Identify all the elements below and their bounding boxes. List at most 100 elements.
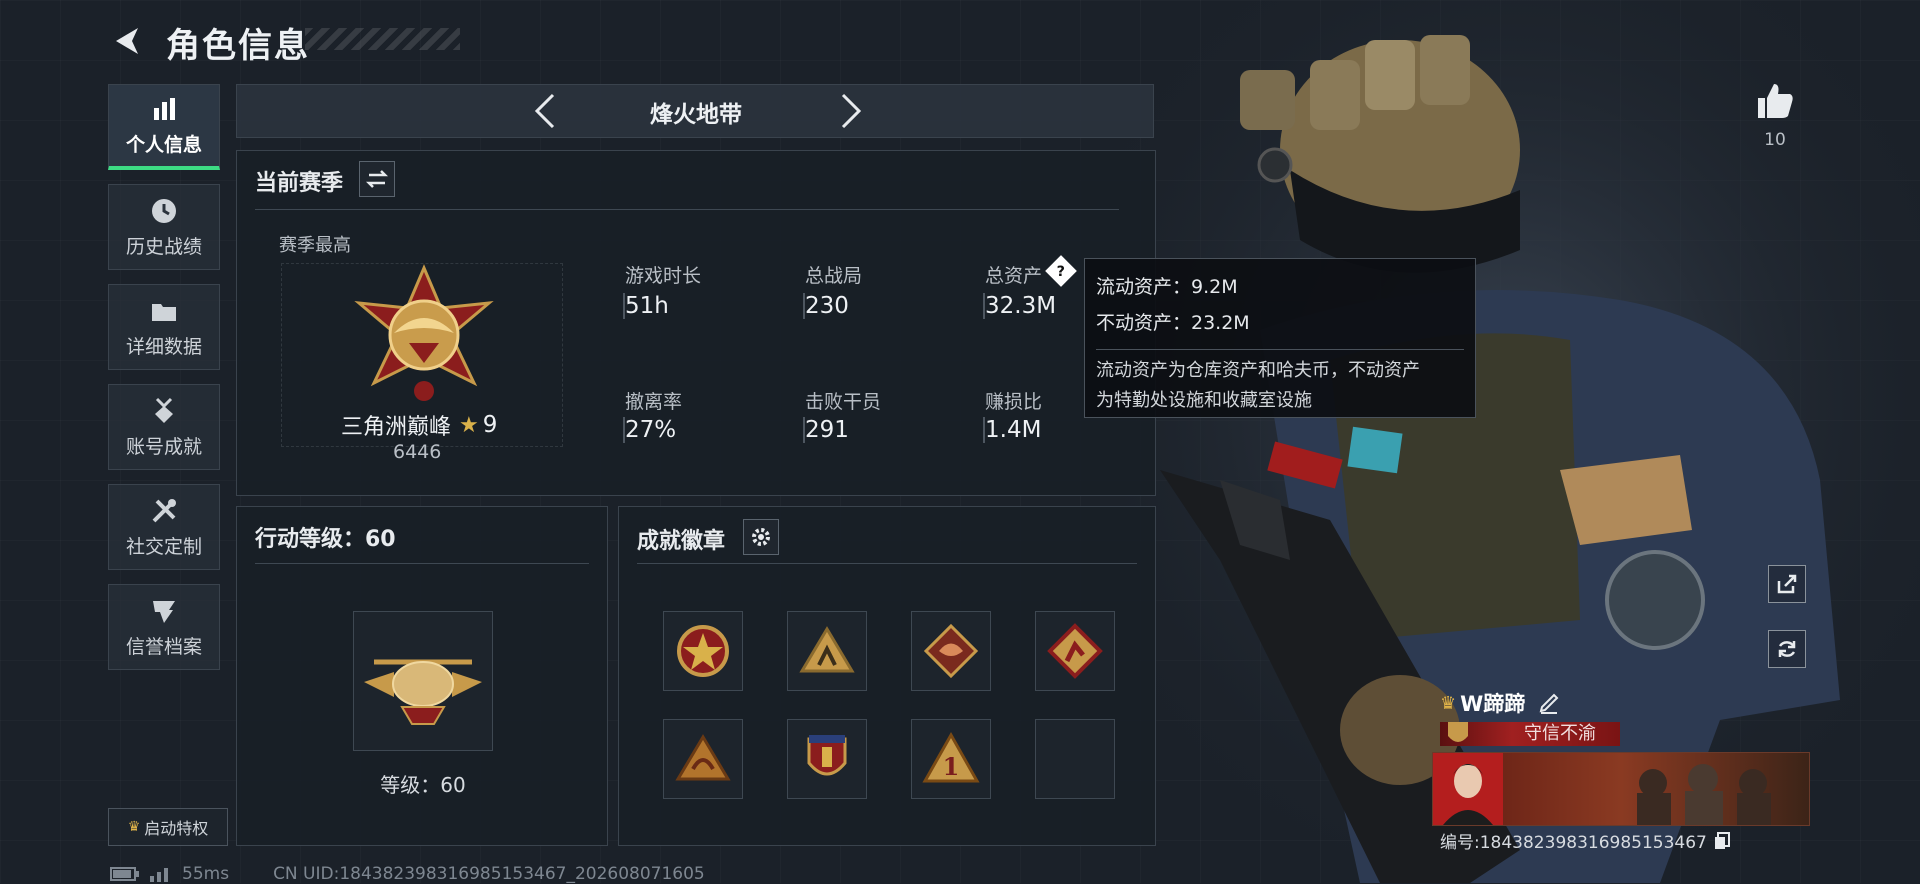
achievement-badge-empty[interactable]	[1035, 719, 1115, 799]
avatar	[1433, 753, 1503, 825]
action-level-title: 行动等级：60	[255, 527, 396, 552]
share-button[interactable]	[1768, 565, 1806, 603]
svg-text:1: 1	[943, 752, 960, 781]
stat-value: 230	[805, 293, 849, 319]
likes-count: 10	[1764, 130, 1786, 150]
stat-value: 32.3M	[985, 293, 1057, 319]
stat-label: 游戏时长	[625, 265, 702, 287]
shield-icon	[153, 600, 175, 623]
liquid-assets: 流动资产：9.2M	[1096, 276, 1238, 298]
season-panel: 当前赛季 赛季最高 三角洲巅峰 ★ 9 6446 游戏时长 51h 总战局 23…	[236, 150, 1156, 496]
player-id: 编号:184382398316985153467	[1440, 833, 1707, 853]
sidebar-item-label: 个人信息	[125, 134, 202, 156]
motto-text: 守信不渝	[1524, 723, 1596, 744]
player-id-row: 编号:184382398316985153467	[1440, 828, 1731, 853]
sidebar-item-label: 账号成就	[125, 435, 202, 458]
rank-emblem-icon	[354, 264, 494, 401]
sidebar-item-personal-info[interactable]: 个人信息	[108, 84, 220, 170]
rank-stars: 9	[482, 412, 498, 438]
back-arrow-icon[interactable]	[108, 22, 146, 60]
star-medal-icon	[677, 625, 729, 677]
stat-label: 撤离率	[625, 391, 683, 413]
stat-label: 击败干员	[805, 391, 882, 413]
stat-label: 总资产	[985, 265, 1043, 287]
sidebar-item-credit[interactable]: 信誉档案	[108, 584, 220, 670]
sidebar-item-detailed-data[interactable]: 详细数据	[108, 284, 220, 370]
rank-score: 6446	[393, 441, 442, 463]
season-best-label: 赛季最高	[279, 235, 351, 256]
fixed-assets: 不动资产：23.2M	[1096, 312, 1250, 334]
sidebar-item-label: 历史战绩	[125, 235, 202, 258]
sidebar-item-social[interactable]: 社交定制	[108, 484, 220, 570]
mode-selector: 烽火地带	[236, 84, 1154, 138]
privilege-label: 启动特权	[144, 819, 209, 838]
help-icon[interactable]: ?	[1045, 255, 1077, 287]
sidebar-item-label: 详细数据	[125, 335, 202, 358]
stat-value: 27%	[625, 417, 677, 443]
folder-icon	[152, 303, 176, 321]
star-icon: ★	[459, 412, 479, 438]
dragon-badge-icon	[923, 623, 979, 679]
achievement-badge[interactable]	[663, 611, 743, 691]
title-decoration	[305, 28, 460, 50]
chevron-right-icon[interactable]	[829, 91, 869, 131]
sidebar-item-achievements[interactable]: 账号成就	[108, 384, 220, 470]
assets-description: 流动资产为仓库资产和哈夫币，不动资产 为特勤处设施和收藏室设施	[1096, 349, 1464, 416]
achievement-badge[interactable]	[911, 611, 991, 691]
crown-icon: ♛	[1440, 692, 1457, 714]
dragon-triangle-icon	[675, 734, 731, 781]
achievement-badge[interactable]	[663, 719, 743, 799]
bar-chart-icon	[154, 98, 175, 120]
assets-tooltip: 流动资产：9.2M 不动资产：23.2M 流动资产为仓库资产和哈夫币，不动资产 …	[1084, 258, 1476, 418]
edit-name-icon[interactable]	[1537, 691, 1561, 715]
stat-label: 总战局	[805, 265, 863, 287]
achievement-badge[interactable]: 1	[911, 719, 991, 799]
achievements-title: 成就徽章	[637, 529, 726, 554]
stat-label: 赚损比	[985, 391, 1043, 413]
medal-icon	[155, 397, 173, 423]
achievements-settings-button[interactable]	[743, 519, 779, 555]
level-emblem-frame	[353, 611, 493, 751]
swap-icon	[366, 170, 388, 188]
achievement-badge[interactable]	[787, 611, 867, 691]
stat-value: 1.4M	[985, 417, 1042, 443]
player-banner	[1432, 752, 1810, 826]
shield-eagle-icon	[807, 735, 847, 776]
switch-season-button[interactable]	[359, 161, 395, 197]
achievement-badge[interactable]	[787, 719, 867, 799]
rank-name: 三角洲巅峰	[341, 415, 452, 440]
share-icon	[1777, 574, 1797, 594]
mode-name: 烽火地带	[650, 102, 742, 128]
motto-banner: 守信不渝	[1440, 722, 1620, 746]
achievements-panel: 成就徽章 1	[618, 506, 1156, 846]
rank-line: 三角洲巅峰 ★ 9	[341, 409, 497, 441]
thumbs-up-icon[interactable]	[1754, 80, 1796, 122]
stat-value: 51h	[625, 293, 669, 319]
assets-description-line: 流动资产为仓库资产和哈夫币，不动资产	[1096, 360, 1420, 381]
uid-text: CN UID:184382398316985153467_20260807160…	[273, 864, 705, 884]
assets-description-line: 为特勤处设施和收藏室设施	[1096, 390, 1312, 411]
motto-emblem-icon	[1448, 722, 1468, 742]
achievement-badge[interactable]	[1035, 611, 1115, 691]
sidebar-item-history[interactable]: 历史战绩	[108, 184, 220, 270]
player-name: W蹄蹄	[1460, 692, 1526, 716]
ping-text: 55ms	[182, 864, 230, 884]
copy-icon[interactable]	[1713, 831, 1731, 851]
status-bar: 55ms CN UID:184382398316985153467_202608…	[110, 864, 705, 884]
squad-silhouette-icon	[1637, 764, 1771, 825]
climber-badge-icon	[799, 626, 855, 673]
refresh-icon	[1778, 641, 1796, 657]
runner-badge-icon	[1047, 623, 1103, 679]
number-one-icon: 1	[922, 731, 980, 783]
page-title: 角色信息	[166, 26, 310, 66]
character-render	[1100, 0, 1920, 883]
gear-icon	[752, 528, 770, 546]
refresh-button[interactable]	[1768, 630, 1806, 668]
crown-icon: ♛	[127, 819, 141, 835]
stat-value: 291	[805, 417, 849, 443]
clock-icon	[152, 198, 176, 223]
sidebar-item-label: 信誉档案	[125, 635, 202, 658]
privilege-button[interactable]: ♛ 启动特权	[108, 808, 228, 846]
helicopter-emblem-icon	[364, 659, 482, 725]
sidebar-item-label: 社交定制	[125, 535, 202, 558]
